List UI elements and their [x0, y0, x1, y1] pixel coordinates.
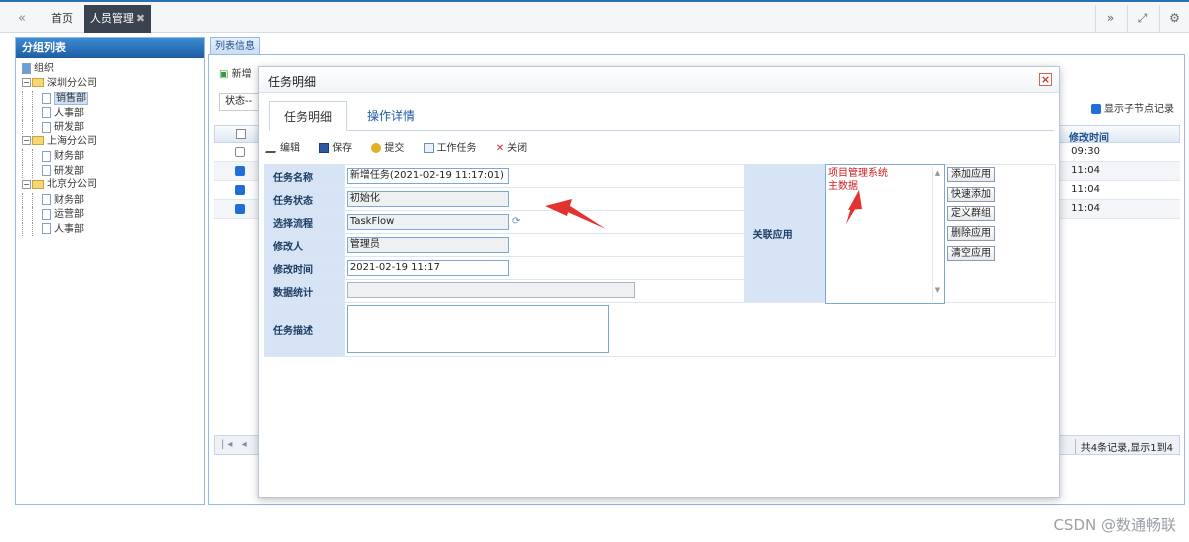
annotation-arrow-right	[846, 190, 862, 224]
annotation-arrow-left	[545, 199, 606, 229]
watermark: CSDN @数通畅联	[1053, 516, 1176, 534]
annotation-arrows	[545, 190, 862, 229]
